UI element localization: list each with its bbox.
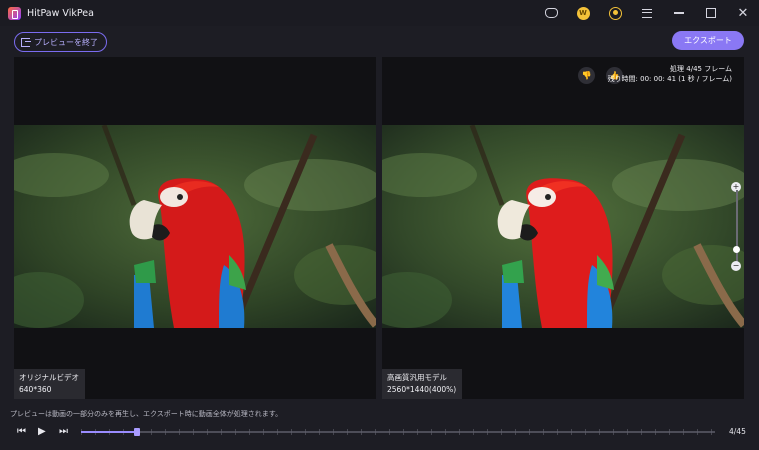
player-bar: ⏮ ▶ ⏭ 4/45 (0, 420, 759, 444)
title-bar-controls: W ✕ (535, 0, 759, 26)
maximize-button[interactable] (695, 0, 727, 26)
timeline-handle[interactable] (134, 428, 141, 436)
zoom-out-button[interactable]: − (731, 261, 741, 271)
play-icon: ▶ (38, 426, 46, 437)
user-icon (608, 6, 622, 20)
app-title: HitPaw VikPea (27, 7, 94, 19)
minimize-icon (674, 12, 684, 14)
toolbar: プレビューを終了 エクスポート (0, 26, 759, 56)
original-video-frame (14, 125, 376, 328)
title-bar: HitPaw VikPea W ✕ (0, 0, 759, 26)
menu-button[interactable] (631, 0, 663, 26)
play-button[interactable]: ▶ (38, 426, 46, 437)
preview-notice: プレビューは動画の一部分のみを再生し、エクスポート時に動画全体が処理されます。 (10, 410, 283, 418)
original-resolution: 640*360 (19, 385, 52, 394)
thumbs-down-icon: 👎 (581, 71, 592, 80)
account-button[interactable] (599, 0, 631, 26)
timeline-ticks (81, 429, 715, 435)
menu-icon (642, 8, 652, 18)
minus-icon: − (732, 261, 740, 270)
exit-preview-label: プレビューを終了 (34, 37, 98, 47)
coin-button[interactable]: W (567, 0, 599, 26)
app-logo (8, 6, 21, 20)
coin-icon: W (576, 6, 590, 20)
enhanced-resolution: 2560*1440(400%) (387, 385, 457, 394)
close-button[interactable]: ✕ (727, 0, 759, 26)
timeline[interactable] (81, 428, 715, 436)
original-label-box: オリジナルビデオ 640*360 (14, 369, 85, 399)
enhanced-label-box: 高画質汎用モデル 2560*1440(400%) (382, 369, 463, 399)
discord-icon (544, 8, 558, 18)
frame-counter: 4/45 (729, 427, 746, 436)
step-forward-icon: ⏭ (59, 426, 68, 437)
maximize-icon (706, 8, 716, 18)
processing-info: 処理 4/45 フレーム 残り時間: 00: 00: 41 (1 秒 / フレー… (608, 65, 732, 84)
step-back-icon: ⏮ (17, 426, 26, 437)
enhanced-video-frame (382, 125, 744, 328)
dislike-button[interactable]: 👎 (578, 67, 595, 84)
next-frame-button[interactable]: ⏭ (59, 426, 68, 437)
enhanced-label: 高画質汎用モデル (387, 373, 447, 382)
original-preview-pane: オリジナルビデオ 640*360 (14, 57, 376, 399)
enhanced-preview-pane: 👎 👍 処理 4/45 フレーム 残り時間: 00: 00: 41 (1 秒 /… (382, 57, 744, 399)
timeline-progress (81, 431, 138, 433)
exit-preview-button[interactable]: プレビューを終了 (14, 32, 107, 52)
close-icon: ✕ (737, 5, 749, 21)
discord-button[interactable] (535, 0, 567, 26)
processing-status: 処理 4/45 フレーム (670, 65, 732, 73)
remaining-time: 残り時間: 00: 00: 41 (1 秒 / フレーム) (607, 74, 732, 83)
minimize-button[interactable] (663, 0, 695, 26)
exit-icon (21, 37, 31, 47)
export-button[interactable]: エクスポート (672, 31, 744, 50)
original-label: オリジナルビデオ (19, 373, 79, 382)
previous-frame-button[interactable]: ⏮ (17, 426, 26, 437)
